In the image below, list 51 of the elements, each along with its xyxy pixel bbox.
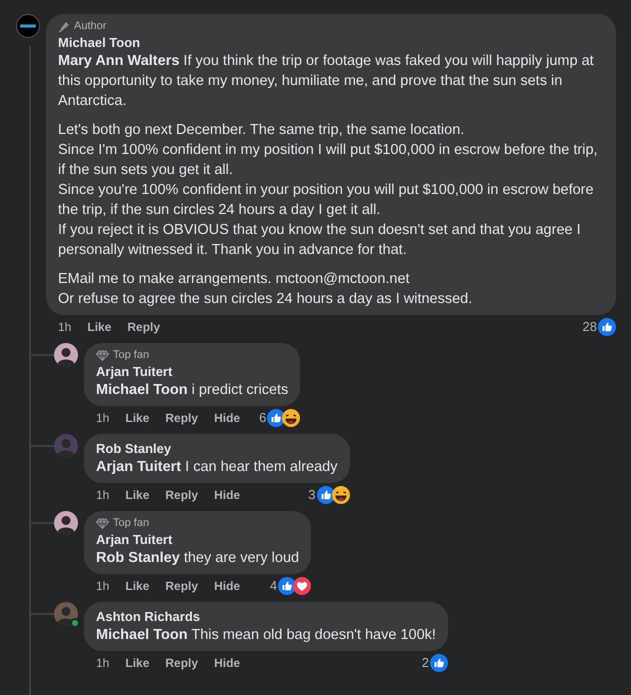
comment-text: Let's both go next December. The same trip, the same location.	[58, 121, 466, 140]
reaction-count: 3	[308, 486, 316, 504]
action-link[interactable]: Like	[125, 577, 150, 595]
action-link[interactable]: Reply	[165, 654, 198, 672]
comment-text: Mary Ann Walters If you think the trip or footage was faked you will happily jump at this opportunity to take my money, humiliate me, and prove that the sun sets in Antarctica.	[58, 52, 595, 111]
action-link[interactable]: Like	[125, 409, 150, 427]
author-name[interactable]: Ashton Richards	[96, 608, 200, 625]
badge-label: Top fan	[113, 349, 150, 362]
timestamp: 1h	[96, 578, 110, 595]
author-name[interactable]: Arjan Tuitert	[96, 531, 172, 548]
comment-text: Or refuse to agree the sun circles 24 hours a day as I witnessed.	[58, 290, 474, 309]
reaction-count: 28	[582, 318, 597, 336]
reaction-count: 4	[270, 577, 278, 596]
reaction-count: 6	[259, 409, 266, 428]
action-link[interactable]: Hide	[214, 654, 240, 672]
action-link[interactable]: Like	[125, 486, 150, 504]
comment-text: Michael Toon i predict cricets	[96, 381, 288, 400]
timestamp: 1h	[58, 319, 72, 336]
timestamp: 1h	[96, 487, 110, 504]
badge-label: Top fan	[113, 517, 150, 530]
action-link[interactable]: Hide	[214, 409, 240, 427]
action-link[interactable]: Hide	[214, 486, 240, 504]
avatar	[54, 602, 78, 626]
action-link[interactable]: Like	[87, 318, 112, 336]
action-link[interactable]: Reply	[165, 486, 198, 504]
action-link[interactable]: Reply	[127, 318, 160, 336]
comment-text: Rob Stanley they are very loud	[96, 549, 300, 568]
laughing-face-icon	[332, 486, 350, 504]
timestamp: 1h	[96, 655, 110, 672]
comment-text: Michael Toon This mean old bag doesn't have 100k!	[96, 626, 436, 645]
diamond-icon	[96, 350, 109, 361]
comment-text: Since I'm 100% confident in my position I will put $100,000 in escrow before the trip, if the sun sets you get it all.	[58, 141, 599, 180]
reaction-count: 2	[422, 654, 429, 672]
thumbs-up-icon	[430, 654, 448, 672]
author-name[interactable]: Arjan Tuitert	[96, 363, 172, 380]
thumbs-up-icon	[316, 486, 334, 504]
author-name[interactable]: Rob Stanley	[96, 440, 172, 457]
comment-text: If you reject it is OBVIOUS that you know the sun doesn't set and that you agree I personally witnessed it. Thank you in advance for that.	[58, 221, 582, 260]
action-link[interactable]: Like	[125, 654, 150, 672]
action-link[interactable]: Reply	[165, 577, 198, 595]
timestamp: 1h	[96, 410, 110, 427]
badge-label: Author	[74, 20, 106, 33]
comment-text: Since you're 100% confident in your position you will put $100,000 in escrow before the trip, if the sun circles 24 hours a day I get it all.	[58, 181, 595, 220]
action-link[interactable]: Reply	[165, 409, 198, 427]
laughing-face-icon	[282, 409, 300, 427]
action-link[interactable]: Hide	[214, 577, 240, 595]
comment-text: EMail me to make arrangements. mctoon@mctoon.net	[58, 270, 411, 289]
author-name[interactable]: Michael Toon	[58, 34, 140, 51]
comment-text: Arjan Tuitert I can hear them already	[96, 458, 338, 477]
thumbs-up-icon	[598, 318, 616, 336]
diamond-icon	[96, 518, 109, 529]
